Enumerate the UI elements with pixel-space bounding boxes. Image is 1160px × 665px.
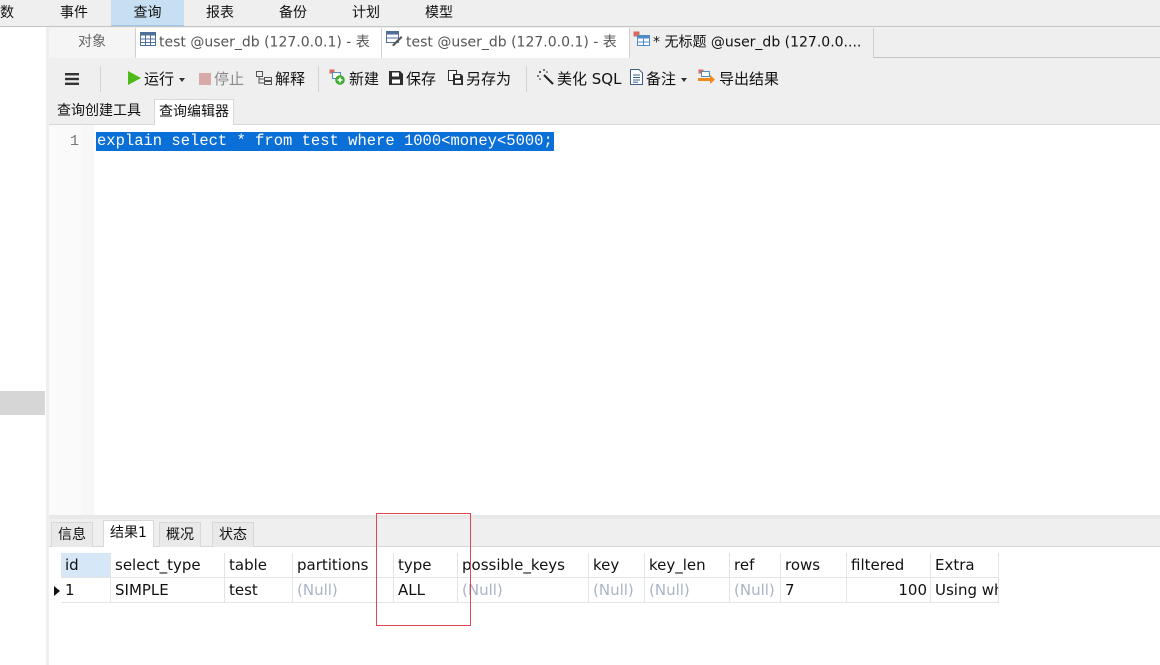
beautify-label: 美化 SQL	[557, 70, 622, 88]
comment-dropdown-caret-icon[interactable]	[681, 77, 688, 82]
cell-id[interactable]: 1	[61, 578, 111, 603]
cell-extra[interactable]: Using wh	[931, 578, 999, 603]
fold-margin	[82, 125, 94, 515]
tab-test-table-view[interactable]: test @user_db (127.0.0.1) - 表	[135, 28, 381, 58]
tab-query-builder[interactable]: 查询创建工具	[53, 99, 145, 125]
save-as-label: 另存为	[466, 70, 512, 88]
tab-profile[interactable]: 概况	[159, 522, 201, 547]
menu-item-backup[interactable]: 备份	[270, 0, 316, 26]
cell-partitions[interactable]: (Null)	[293, 578, 394, 603]
cell-possible-keys[interactable]: (Null)	[458, 578, 589, 603]
save-as-icon	[448, 69, 463, 90]
menu-item-events[interactable]: 事件	[51, 0, 97, 26]
explain-icon	[256, 70, 272, 90]
menu-item-functions[interactable]: 数	[0, 0, 22, 26]
run-button[interactable]: 运行	[128, 69, 186, 90]
column-header-key[interactable]: key	[589, 553, 645, 578]
explain-label: 解释	[275, 70, 306, 88]
result-grid: id select_type table partitions type pos…	[49, 547, 1160, 665]
menu-item-model[interactable]: 模型	[416, 0, 462, 26]
column-header-extra[interactable]: Extra	[931, 553, 999, 578]
document-tabs: 对象 test @user_db (127.0.0.1) - 表 test @u…	[49, 27, 1160, 58]
result-tabs: 信息 结果1 概况 状态	[49, 519, 1160, 547]
cell-table[interactable]: test	[225, 578, 293, 603]
new-label: 新建	[349, 70, 380, 88]
editor-mode-tabs: 查询创建工具 查询编辑器	[49, 98, 1160, 126]
column-header-key-len[interactable]: key_len	[645, 553, 730, 578]
sql-editor[interactable]: 1 explain select * from test where 1000<…	[49, 125, 1160, 515]
stop-icon	[199, 70, 211, 90]
comment-label: 备注	[646, 70, 677, 88]
tab-test-table-design[interactable]: test @user_db (127.0.0.1) - 表	[381, 28, 629, 58]
menu-bar: 数 事件 查询 报表 备份 计划 模型	[0, 0, 1160, 27]
tab-status[interactable]: 状态	[212, 522, 254, 547]
save-as-button[interactable]: 另存为	[448, 69, 511, 89]
tab-query-editor[interactable]: 查询编辑器	[154, 99, 234, 126]
column-header-ref[interactable]: ref	[730, 553, 781, 578]
magic-wand-icon	[537, 69, 554, 90]
hamburger-icon	[65, 70, 79, 90]
cell-filtered[interactable]: 100	[847, 578, 931, 603]
table-grid-icon	[140, 28, 156, 57]
table-design-icon	[386, 28, 403, 57]
new-query-icon	[329, 69, 346, 90]
save-label: 保存	[406, 70, 437, 88]
beautify-sql-button[interactable]: 美化 SQL	[537, 69, 621, 89]
line-number: 1	[69, 133, 79, 150]
column-header-id[interactable]: id	[61, 553, 111, 578]
menu-item-query[interactable]: 查询	[111, 0, 184, 26]
column-header-select-type[interactable]: select_type	[111, 553, 225, 578]
toolbar-separator	[100, 66, 101, 92]
column-header-filtered[interactable]: filtered	[847, 553, 931, 578]
save-disk-icon	[389, 70, 403, 90]
cell-rows[interactable]: 7	[781, 578, 847, 603]
stop-label: 停止	[214, 70, 245, 88]
tab-label: test @user_db (127.0.0.1) - 表	[159, 34, 370, 51]
query-icon	[633, 28, 650, 57]
navigator-scrollbar-thumb[interactable]	[0, 391, 45, 415]
column-header-rows[interactable]: rows	[781, 553, 847, 578]
cell-key-len[interactable]: (Null)	[645, 578, 730, 603]
play-icon	[128, 70, 141, 90]
tab-label: test @user_db (127.0.0.1) - 表	[406, 34, 617, 51]
toolbar-separator	[526, 66, 527, 92]
column-header-possible-keys[interactable]: possible_keys	[458, 553, 589, 578]
cell-ref[interactable]: (Null)	[730, 578, 781, 603]
menu-button[interactable]	[65, 69, 82, 89]
run-label: 运行	[144, 70, 175, 88]
line-number-gutter: 1	[49, 125, 82, 515]
sql-code-line-selected[interactable]: explain select * from test where 1000<mo…	[96, 132, 554, 151]
cell-key[interactable]: (Null)	[589, 578, 645, 603]
new-query-button[interactable]: 新建	[329, 69, 379, 89]
comment-button[interactable]: 备注	[630, 69, 688, 90]
export-results-button[interactable]: 导出结果	[698, 69, 779, 89]
toolbar-separator	[318, 66, 319, 92]
cell-select-type[interactable]: SIMPLE	[111, 578, 225, 603]
tab-label: * 无标题 @user_db (127.0.0....	[653, 34, 862, 51]
navigator-panel	[0, 27, 46, 665]
export-arrow-icon	[698, 69, 716, 90]
document-note-icon	[630, 69, 643, 90]
menu-item-schedule[interactable]: 计划	[343, 0, 389, 26]
query-toolbar: 运行 停止 解释 新建 保存 另存为 美化 SQL 备注 导出结果	[49, 58, 1160, 98]
column-header-partitions[interactable]: partitions	[293, 553, 394, 578]
cell-type[interactable]: ALL	[394, 578, 458, 603]
save-button[interactable]: 保存	[389, 69, 436, 89]
tab-objects[interactable]: 对象	[49, 28, 135, 58]
tab-untitled-query[interactable]: * 无标题 @user_db (127.0.0....	[629, 28, 874, 58]
explain-button[interactable]: 解释	[256, 69, 305, 89]
menu-item-reports[interactable]: 报表	[197, 0, 243, 26]
stop-button[interactable]: 停止	[199, 69, 244, 89]
tab-info[interactable]: 信息	[51, 522, 93, 547]
run-dropdown-caret-icon[interactable]	[179, 77, 186, 82]
column-header-table[interactable]: table	[225, 553, 293, 578]
export-label: 导出结果	[719, 70, 780, 88]
tab-result-1[interactable]: 结果1	[103, 520, 154, 547]
column-header-type[interactable]: type	[394, 553, 458, 578]
current-row-indicator-icon	[54, 586, 60, 596]
